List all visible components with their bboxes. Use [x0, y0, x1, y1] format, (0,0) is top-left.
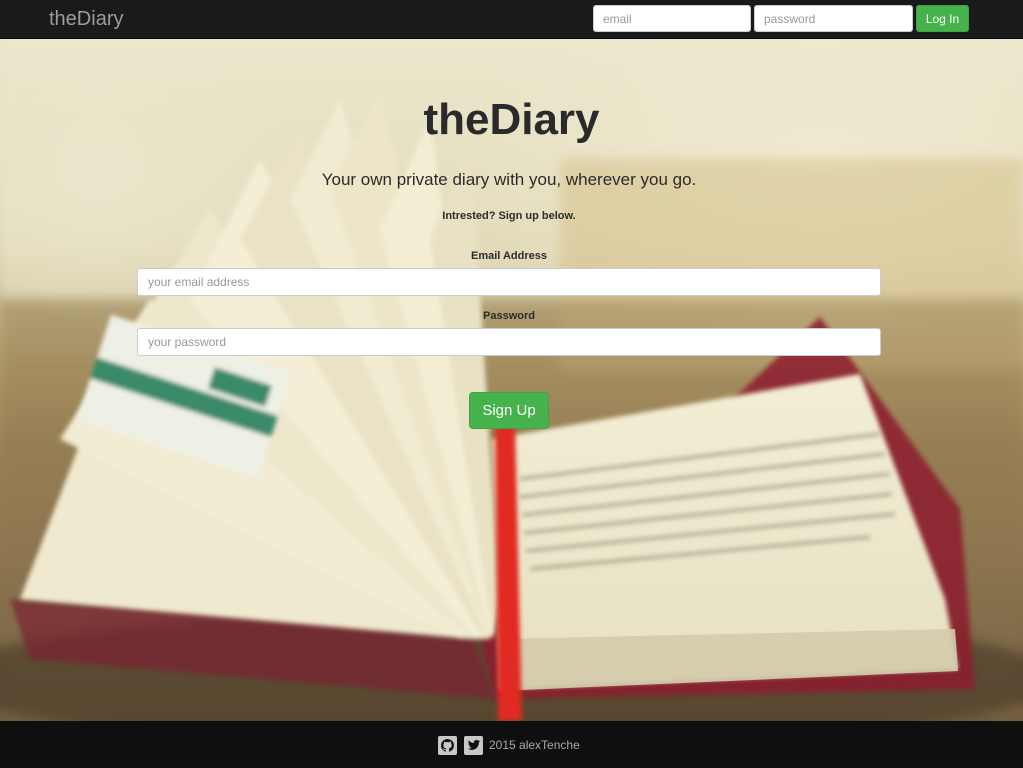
twitter-icon[interactable] — [464, 735, 483, 755]
login-button[interactable]: Log In — [916, 5, 969, 32]
page-title: theDiary — [423, 95, 600, 144]
signup-button[interactable]: Sign Up — [469, 392, 549, 429]
footer-content: 2015 alexTenche — [438, 735, 580, 755]
password-field[interactable] — [137, 328, 881, 356]
github-icon[interactable] — [438, 735, 457, 755]
page: theDiary Log In — [0, 0, 1023, 768]
brand-logo-link[interactable]: theDiary — [49, 8, 123, 30]
footer: 2015 alexTenche — [0, 721, 1023, 768]
email-label: Email Address — [470, 250, 547, 262]
email-field[interactable] — [137, 268, 881, 296]
password-label: Password — [483, 310, 535, 322]
navbar-email-input[interactable] — [593, 5, 751, 32]
footer-credit: 2015 alexTenche — [489, 738, 580, 752]
signup-note: Intrested? Sign up below. — [442, 210, 576, 222]
tagline: Your own private diary with you, whereve… — [321, 170, 697, 189]
hero-section: theDiary Your own private diary with you… — [0, 39, 1023, 721]
navbar-password-input[interactable] — [754, 5, 913, 32]
navbar: theDiary Log In — [0, 0, 1023, 39]
